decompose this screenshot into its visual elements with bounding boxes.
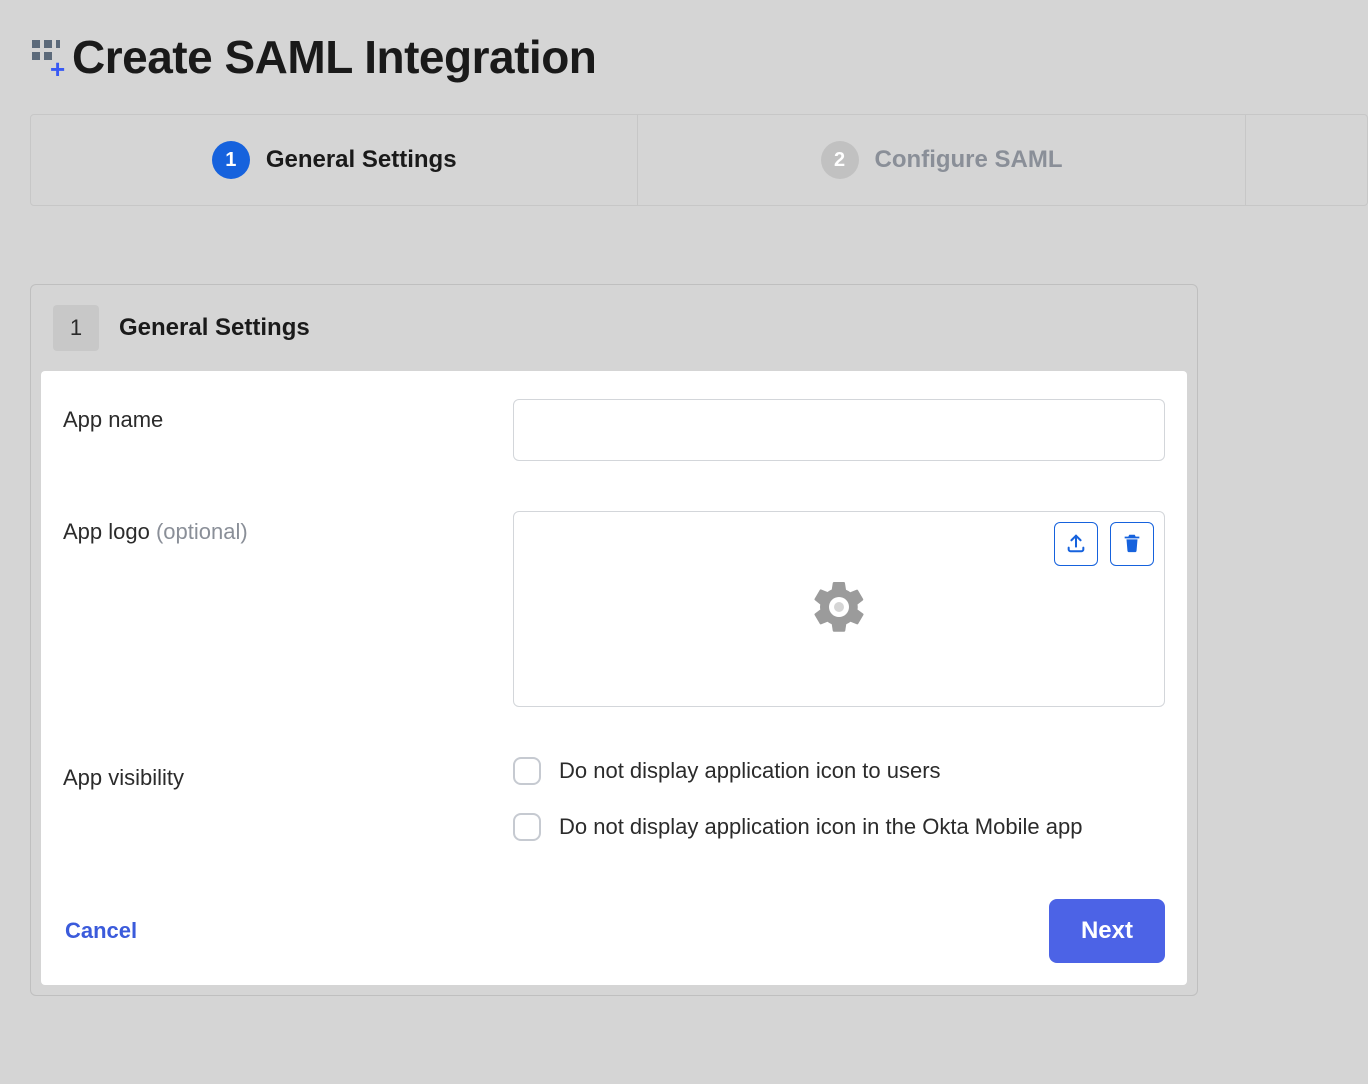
page-header: + Create SAML Integration [30,30,1368,84]
step-label: Configure SAML [875,146,1063,174]
visibility-option-hide-mobile[interactable]: Do not display application icon in the O… [513,813,1165,841]
wizard-step-configure-saml[interactable]: 2 Configure SAML [638,115,1245,205]
app-logo-row: App logo (optional) [63,511,1165,707]
panel-header: 1 General Settings [31,285,1197,371]
app-logo-dropzone[interactable] [513,511,1165,707]
next-button[interactable]: Next [1049,899,1165,963]
checkbox-label: Do not display application icon to users [559,758,941,784]
checkbox[interactable] [513,813,541,841]
panel-title: General Settings [119,314,310,342]
app-logo-optional-text: (optional) [156,519,248,544]
form-actions: Cancel Next [63,899,1165,963]
wizard-step-general-settings[interactable]: 1 General Settings [31,115,638,205]
panel-body: App name App logo (optional) [41,371,1187,985]
general-settings-panel: 1 General Settings App name App logo (op… [30,284,1198,996]
trash-icon [1121,532,1143,557]
step-label: General Settings [266,146,457,174]
app-grid-add-icon: + [30,38,68,76]
cancel-button[interactable]: Cancel [63,912,139,950]
app-name-label: App name [63,399,513,433]
page-title: Create SAML Integration [72,30,596,84]
wizard-step-overflow [1246,115,1367,205]
gear-icon [809,577,869,642]
app-visibility-label: App visibility [63,757,513,791]
wizard-steps: 1 General Settings 2 Configure SAML [30,114,1368,206]
app-visibility-row: App visibility Do not display applicatio… [63,757,1165,869]
step-number-badge: 2 [821,141,859,179]
upload-logo-button[interactable] [1054,522,1098,566]
app-name-input[interactable] [513,399,1165,461]
visibility-option-hide-users[interactable]: Do not display application icon to users [513,757,1165,785]
upload-icon [1065,532,1087,557]
app-name-row: App name [63,399,1165,461]
panel-step-number: 1 [53,305,99,351]
delete-logo-button[interactable] [1110,522,1154,566]
app-logo-label: App logo (optional) [63,511,513,545]
step-number-badge: 1 [212,141,250,179]
app-logo-label-text: App logo [63,519,150,544]
checkbox[interactable] [513,757,541,785]
checkbox-label: Do not display application icon in the O… [559,814,1082,840]
